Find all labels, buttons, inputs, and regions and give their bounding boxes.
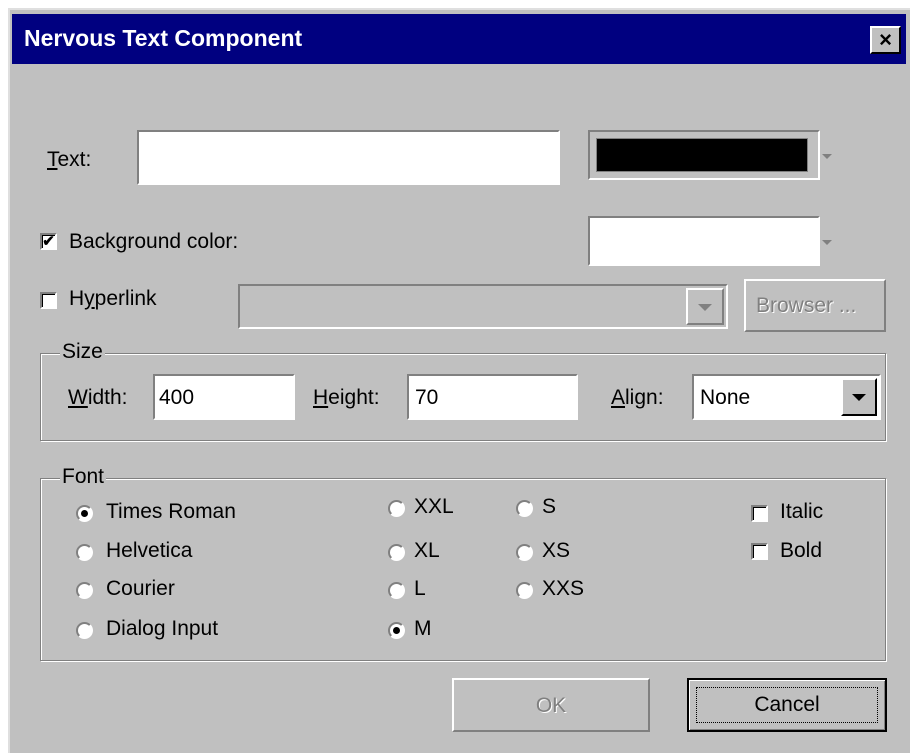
size-legend: Size <box>60 340 105 364</box>
text-color-dropdown-icon[interactable] <box>822 154 832 159</box>
hyperlink-checkbox[interactable] <box>40 292 57 309</box>
font-family-radio-courier[interactable] <box>76 582 93 599</box>
font-size-radio-m[interactable] <box>388 622 405 639</box>
cancel-button[interactable]: Cancel <box>687 678 887 732</box>
text-color-swatch <box>596 138 808 172</box>
background-color-label: Background color: <box>69 230 239 253</box>
font-size-label: XL <box>414 539 440 562</box>
text-input[interactable] <box>137 130 560 185</box>
font-size-label: S <box>542 495 557 518</box>
bold-checkbox[interactable] <box>751 543 768 560</box>
font-family-label: Helvetica <box>106 539 193 562</box>
align-select[interactable]: None <box>692 374 881 420</box>
font-family-label: Times Roman <box>106 500 236 523</box>
close-button[interactable]: × <box>870 26 901 54</box>
align-label: Align: <box>611 386 664 409</box>
width-label: Width: <box>68 386 128 409</box>
font-size-radio-xxl[interactable] <box>388 500 405 517</box>
hyperlink-label: Hyperlink <box>69 287 157 310</box>
font-size-label: XXS <box>542 577 585 600</box>
text-label: Text: <box>47 148 92 171</box>
font-size-radio-xl[interactable] <box>388 544 405 561</box>
font-size-radio-xxs[interactable] <box>516 582 533 599</box>
hyperlink-combo[interactable] <box>238 284 728 329</box>
ok-button[interactable]: OK <box>452 678 650 732</box>
title-bar: Nervous Text Component × <box>12 14 906 64</box>
italic-label: Italic <box>780 500 824 523</box>
window-title: Nervous Text Component <box>24 25 303 51</box>
check-icon: ✔ <box>42 233 55 250</box>
font-size-label: XXL <box>414 495 454 518</box>
close-icon: × <box>879 27 892 52</box>
background-color-dropdown-icon[interactable] <box>822 240 832 245</box>
font-family-radio-times-roman[interactable] <box>76 505 93 522</box>
font-size-label: L <box>414 577 426 600</box>
browse-button[interactable]: Browser ... <box>744 279 886 332</box>
height-label: Height: <box>313 386 380 409</box>
bold-label: Bold <box>780 539 823 562</box>
text-color-picker[interactable] <box>588 130 820 180</box>
font-size-radio-xs[interactable] <box>516 544 533 561</box>
font-legend: Font <box>60 465 107 489</box>
font-family-radio-dialog-input[interactable] <box>76 622 93 639</box>
italic-checkbox[interactable] <box>751 505 768 522</box>
chevron-down-icon <box>852 394 866 401</box>
background-color-picker[interactable] <box>588 216 820 266</box>
font-family-label: Dialog Input <box>106 617 219 640</box>
height-input[interactable]: 70 <box>407 374 578 420</box>
width-input[interactable]: 400 <box>153 374 295 420</box>
hyperlink-dropdown-button[interactable] <box>686 288 724 325</box>
font-family-radio-helvetica[interactable] <box>76 544 93 561</box>
font-size-radio-s[interactable] <box>516 500 533 517</box>
font-family-label: Courier <box>106 577 175 600</box>
font-size-label: XS <box>542 539 571 562</box>
align-dropdown-button[interactable] <box>841 378 877 416</box>
font-size-label: M <box>414 617 432 640</box>
background-color-checkbox[interactable]: ✔ <box>40 233 57 250</box>
chevron-down-icon <box>698 304 712 311</box>
font-size-radio-l[interactable] <box>388 582 405 599</box>
